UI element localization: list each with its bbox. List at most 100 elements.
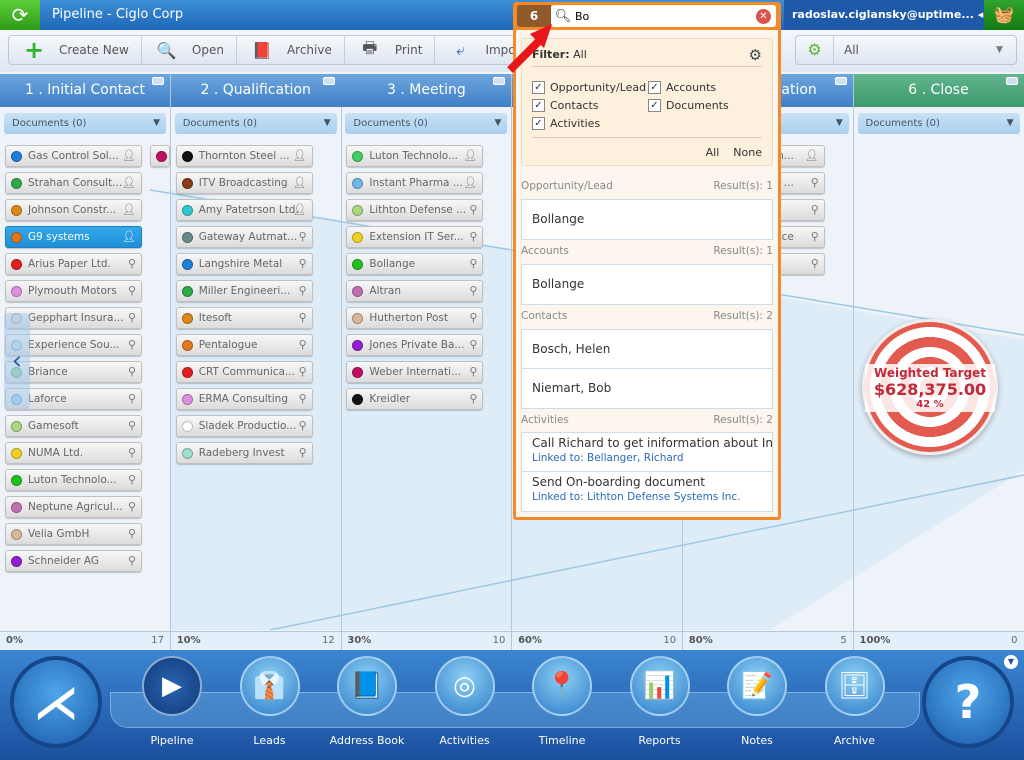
organization-icon: ⚲ [127,527,136,540]
documents-dropdown[interactable]: Documents (0) ▼ [857,113,1020,134]
opportunity-card[interactable]: Gas Control Sol... 👤︎ [5,145,142,167]
activity-link[interactable]: Linked to: Bellanger, Richard [532,452,762,464]
opportunity-card[interactable]: Luton Technolo... ⚲ [5,469,142,491]
column-header[interactable]: 3 . Meeting [341,74,512,107]
minimize-icon[interactable] [322,77,335,85]
opportunity-card[interactable]: Thornton Steel ... 👤︎ [175,145,313,167]
result-item[interactable]: Bosch, Helen [522,330,772,369]
checkbox-accounts[interactable]: ✓ Accounts [648,81,716,94]
opportunity-card[interactable]: Itesoft ⚲ [175,307,313,329]
dock-item-timeline[interactable]: 📍 Timeline [522,656,602,747]
opportunity-card[interactable]: G9 systems 👤︎ [5,226,142,248]
minimize-icon[interactable] [834,77,847,85]
help-button[interactable]: ? [922,656,1014,748]
documents-dropdown[interactable]: Documents (0) ▼ [345,113,508,134]
minimize-icon[interactable] [152,77,164,85]
opportunity-card[interactable]: Lithton Defense ... ⚲ [346,199,484,221]
result-item[interactable]: Bollange [522,265,772,304]
column-title: 6 . Close [908,82,969,98]
opportunity-card[interactable]: Hutherton Post ⚲ [346,307,484,329]
open-button[interactable]: 🔍 Open [142,36,237,64]
opportunity-card[interactable]: Gamesoft ⚲ [5,415,142,437]
chevron-down-icon: ▼ [996,45,1003,55]
overflow-card[interactable] [150,145,170,167]
opportunity-card[interactable]: Instant Pharma ... 👤︎ [346,172,484,194]
opportunity-card[interactable]: Luton Technolo... 👤︎ [346,145,484,167]
opportunity-card[interactable]: Pentalogue ⚲ [175,334,313,356]
select-all-link[interactable]: All [706,146,720,159]
create-new-button[interactable]: + Create New [9,36,142,64]
section-title: Contacts [521,310,568,322]
opportunity-card[interactable]: NUMA Ltd. ⚲ [5,442,142,464]
gear-icon[interactable]: ⚙ [749,45,762,65]
column-header[interactable]: 6 . Close [853,74,1024,107]
column-header[interactable]: 2 . Qualification [170,74,341,107]
user-account[interactable]: radoslav.ciglansky@uptime... ◂ [784,0,984,30]
opportunity-card[interactable]: Altran ⚲ [346,280,484,302]
opportunity-card[interactable]: ERMA Consulting ⚲ [175,388,313,410]
opportunity-card[interactable]: Arius Paper Ltd. ⚲ [5,253,142,275]
opportunity-card[interactable]: Gateway Autmat... ⚲ [175,226,313,248]
card-label: Pentalogue [198,339,258,351]
opportunity-card[interactable]: Jones Private Ba... ⚲ [346,334,484,356]
opportunity-card[interactable]: Amy Patetrson Ltd. 👤︎ [175,199,313,221]
refresh-icon[interactable]: ⟳ [0,0,40,30]
opportunity-card[interactable]: Velia GmbH ⚲ [5,523,142,545]
documents-dropdown[interactable]: Documents (0) ▼ [4,113,166,134]
person-icon: 👤︎ [122,176,136,189]
status-dot [352,178,364,189]
basket-icon[interactable]: 🧺 [984,0,1024,30]
opportunity-card[interactable]: Sladek Productio... ⚲ [175,415,313,437]
card-label: Lithton Defense ... [369,204,467,216]
section-header: Result(s): 1 Accounts [521,245,773,257]
opportunity-card[interactable]: Johnson Constr... 👤︎ [5,199,142,221]
column-header[interactable]: 1 . Initial Contact [0,74,170,107]
gear-icon[interactable]: ⚙ [796,36,834,64]
result-item[interactable]: Niemart, Bob [522,369,772,408]
opportunity-card[interactable]: Schneider AG ⚲ [5,550,142,572]
opportunity-card[interactable]: CRT Communica... ⚲ [175,361,313,383]
opportunity-card[interactable]: Extension IT Ser... ⚲ [346,226,484,248]
opportunity-card[interactable]: Bollange ⚲ [346,253,484,275]
clear-search-icon[interactable]: ✕ [756,8,771,24]
opportunity-card[interactable]: Strahan Consult... 👤︎ [5,172,142,194]
card-label: Extension IT Ser... [369,231,464,243]
checkbox-contacts[interactable]: ✓ Contacts [532,99,599,112]
dock-item-reports[interactable]: 📊 Reports [620,656,700,747]
collapse-left-arrow[interactable]: ‹ [4,313,30,409]
search-input[interactable] [575,9,756,23]
dock-item-activities[interactable]: ◎ Activities [425,656,505,747]
dock-item-pipeline[interactable]: ▶ Pipeline [132,656,212,747]
dock-item-notes[interactable]: 📝 Notes [717,656,797,747]
dock-item-leads[interactable]: 👔 Leads [230,656,310,747]
result-item[interactable]: Bollange [522,200,772,239]
chevron-down-icon[interactable]: ▼ [1004,655,1018,669]
archive-button[interactable]: 📕 Archive [237,36,345,64]
print-button[interactable]: 🖶 Print [345,36,436,64]
app-logo[interactable]: ⋌ [10,656,102,748]
search-field[interactable]: 🔍︎ ✕ [551,5,776,27]
dock-item-address-book[interactable]: 📘 Address Book [327,656,407,747]
opportunity-card[interactable]: Neptune Agricul... ⚲ [5,496,142,518]
checkbox-opportunity-lead[interactable]: ✓ Opportunity/Lead [532,81,646,94]
opportunity-card[interactable]: Langshire Metal ⚲ [175,253,313,275]
opportunity-card[interactable]: Kreidler ⚲ [346,388,484,410]
activity-result[interactable]: Send On-boarding document Linked to: Lith… [522,472,772,511]
opportunity-card[interactable]: Miller Engineeri... ⚲ [175,280,313,302]
dock-item-archive[interactable]: 🗄 Archive [815,656,895,747]
checkbox-activities[interactable]: ✓ Activities [532,117,600,130]
select-none-link[interactable]: None [733,146,762,159]
documents-dropdown[interactable]: Documents (0) ▼ [174,113,337,134]
pipeline-filter-select[interactable]: ⚙ All ▼ [795,35,1017,65]
opportunity-card[interactable]: ITV Broadcasting 👤︎ [175,172,313,194]
import-icon: ⤶ [455,40,465,59]
opportunity-card[interactable]: Radeberg Invest ⚲ [175,442,313,464]
minimize-icon[interactable] [1005,77,1018,85]
activity-link[interactable]: Linked to: Lithton Defense Systems Inc. [532,491,762,503]
card-label: Amy Patetrson Ltd. [198,204,299,216]
opportunity-card[interactable]: Plymouth Motors ⚲ [5,280,142,302]
checkbox-documents[interactable]: ✓ Documents [648,99,729,112]
red-arrow-annotation [507,24,552,73]
activity-result[interactable]: Call Richard to get iniformation about I… [522,433,772,472]
opportunity-card[interactable]: Weber Internati... ⚲ [346,361,484,383]
